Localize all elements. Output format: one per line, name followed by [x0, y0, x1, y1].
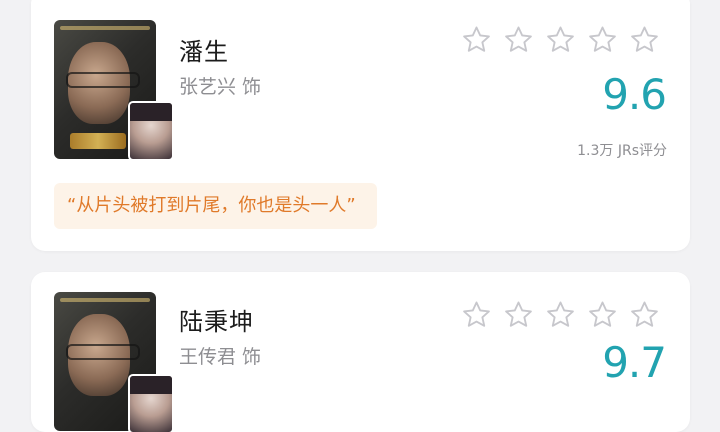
star-outline-icon[interactable] — [502, 299, 535, 331]
star-outline-icon[interactable] — [544, 24, 577, 56]
star-outline-icon[interactable] — [628, 24, 661, 56]
actor-avatar — [128, 374, 174, 432]
star-outline-icon[interactable] — [586, 299, 619, 331]
character-rating-card[interactable]: 陆秉坤 王传君 饰 9.7 — [31, 272, 690, 432]
average-score: 9.7 — [602, 338, 667, 387]
character-quote: “从片头被打到片尾，你也是头一人” — [54, 183, 377, 229]
star-outline-icon[interactable] — [502, 24, 535, 56]
rating-count: 1.3万 JRs评分 — [577, 143, 667, 159]
actor-name: 张艺兴 饰 — [179, 76, 262, 98]
star-outline-icon[interactable] — [628, 299, 661, 331]
star-outline-icon[interactable] — [586, 24, 619, 56]
star-outline-icon[interactable] — [460, 24, 493, 56]
character-name: 陆秉坤 — [179, 308, 254, 336]
actor-avatar — [128, 101, 174, 161]
average-score: 9.6 — [602, 70, 667, 119]
star-outline-icon[interactable] — [460, 299, 493, 331]
character-rating-card[interactable]: 潘生 张艺兴 饰 9.6 1.3万 JRs评分 “从片头被打到片尾，你也是头一人… — [31, 0, 690, 251]
character-name: 潘生 — [179, 38, 229, 66]
star-outline-icon[interactable] — [544, 299, 577, 331]
star-rating-input[interactable] — [460, 299, 661, 331]
star-rating-input[interactable] — [460, 24, 661, 56]
actor-name: 王传君 饰 — [179, 346, 262, 368]
